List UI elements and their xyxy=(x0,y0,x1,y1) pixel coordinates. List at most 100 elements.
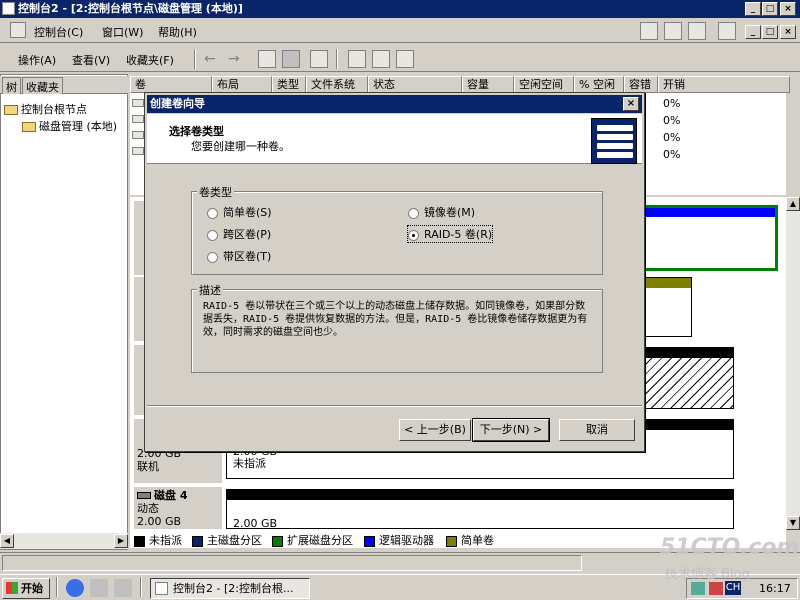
col-fault-tolerance[interactable]: 容错 xyxy=(624,76,658,93)
tray-app-icon[interactable] xyxy=(709,582,723,595)
tree-item-root[interactable]: 控制台根节点 xyxy=(4,101,87,117)
next-button[interactable]: 下一步(N) > xyxy=(472,418,550,442)
description-text: RAID-5 卷以带状在三个或三个以上的动态磁盘上储存数据。如同镜像卷，如果部分… xyxy=(203,301,588,338)
wizard-heading: 选择卷类型 xyxy=(169,125,224,138)
action-toolbar: 操作(A) 查看(V) 收藏夹(F) ← → xyxy=(0,46,800,72)
folder-icon xyxy=(22,122,36,132)
menu-window[interactable]: 窗口(W) xyxy=(102,24,143,40)
wizard-subheading: 您要创建哪一种卷。 xyxy=(191,140,290,153)
radio-button-icon xyxy=(207,207,218,219)
dialog-titlebar[interactable]: 创建卷向导 × xyxy=(147,95,642,113)
console-app-icon xyxy=(2,2,15,15)
save-icon[interactable] xyxy=(688,22,706,40)
col-free-space[interactable]: 空闲空间 xyxy=(514,76,574,93)
tab-tree[interactable]: 树 xyxy=(2,77,21,94)
network-icon[interactable] xyxy=(691,582,705,595)
export-icon[interactable] xyxy=(396,50,414,68)
child-minimize-button[interactable]: _ xyxy=(745,25,761,39)
legend-swatch xyxy=(446,535,457,547)
radio-button-icon xyxy=(207,251,218,263)
open-folder-icon[interactable] xyxy=(664,22,682,40)
taskbar-separator xyxy=(140,577,142,597)
col-volume[interactable]: 卷 xyxy=(130,76,212,93)
radio-striped-volume[interactable]: 带区卷(T) xyxy=(207,248,271,264)
show-tree-icon[interactable] xyxy=(282,50,300,68)
scroll-right-button[interactable]: ▶ xyxy=(114,534,128,548)
start-button[interactable]: 开始 xyxy=(2,578,50,599)
scroll-up-button[interactable]: ▲ xyxy=(786,197,800,211)
description-label: 描述 xyxy=(197,282,223,298)
new-window-icon[interactable] xyxy=(718,22,736,40)
show-desktop-icon[interactable] xyxy=(114,579,132,597)
volume-bar-header xyxy=(227,490,733,500)
col-filesystem[interactable]: 文件系统 xyxy=(306,76,368,93)
col-status[interactable]: 状态 xyxy=(368,76,462,93)
scroll-down-button[interactable]: ▼ xyxy=(786,516,800,530)
disk-icon xyxy=(137,492,151,499)
disk-row-label[interactable]: 磁盘 4 动态 2.00 GB xyxy=(134,487,222,529)
tree-tabs: 树 收藏夹 xyxy=(0,76,128,94)
clock[interactable]: 16:17 xyxy=(759,582,791,595)
ie-icon[interactable] xyxy=(66,579,84,597)
refresh-icon[interactable] xyxy=(348,50,366,68)
legend-swatch xyxy=(192,535,203,547)
help-icon[interactable] xyxy=(310,50,328,68)
radio-button-icon xyxy=(408,207,419,219)
volume-list-header: 卷 布局 类型 文件系统 状态 容量 空闲空间 % 空闲 容错 开销 xyxy=(130,76,790,93)
maximize-button[interactable]: □ xyxy=(762,2,778,16)
tree-horizontal-scrollbar[interactable]: ◀ ▶ xyxy=(0,533,128,549)
radio-spanned-volume[interactable]: 跨区卷(P) xyxy=(207,226,271,242)
menu-view[interactable]: 查看(V) xyxy=(72,52,110,68)
menu-favorites[interactable]: 收藏夹(F) xyxy=(126,52,174,68)
close-button[interactable]: × xyxy=(780,2,796,16)
back-arrow-icon[interactable]: ← xyxy=(204,51,216,67)
language-indicator[interactable]: CH xyxy=(725,581,741,595)
menu-help[interactable]: 帮助(H) xyxy=(158,24,197,40)
new-file-icon[interactable] xyxy=(640,22,658,40)
radio-mirrored-volume[interactable]: 镜像卷(M) xyxy=(408,204,475,220)
properties-icon[interactable] xyxy=(372,50,390,68)
legend-swatch xyxy=(364,535,375,547)
legend-item: 简单卷 xyxy=(446,532,494,548)
taskbar-console-button[interactable]: 控制台2 - [2:控制台根... xyxy=(150,578,310,599)
menu-console[interactable]: 控制台(C) xyxy=(34,24,83,40)
up-folder-icon[interactable] xyxy=(258,50,276,68)
explorer-icon[interactable] xyxy=(90,579,108,597)
col-layout[interactable]: 布局 xyxy=(212,76,272,93)
dialog-title: 创建卷向导 xyxy=(150,97,205,110)
col-capacity[interactable]: 容量 xyxy=(462,76,514,93)
vertical-scrollbar[interactable]: ▲ ▼ xyxy=(786,197,800,530)
radio-simple-volume[interactable]: 简单卷(S) xyxy=(207,204,272,220)
volume-state: 未指派 xyxy=(233,457,266,470)
overhead-value: 0% xyxy=(663,97,681,110)
scroll-left-button[interactable]: ◀ xyxy=(0,534,14,548)
forward-arrow-icon[interactable]: → xyxy=(228,51,240,67)
col-overhead[interactable]: 开销 xyxy=(658,76,790,93)
toolbar-separator xyxy=(194,49,196,69)
volume-size: 2.00 GB xyxy=(233,517,278,530)
col-type[interactable]: 类型 xyxy=(272,76,306,93)
toolbar-separator xyxy=(336,49,338,69)
legend-swatch xyxy=(134,535,145,547)
tab-favorites[interactable]: 收藏夹 xyxy=(22,77,63,94)
menu-action[interactable]: 操作(A) xyxy=(18,52,56,68)
folder-icon xyxy=(4,105,18,115)
radio-raid5-volume[interactable]: RAID-5 卷(R) xyxy=(406,225,494,243)
dialog-close-button[interactable]: × xyxy=(623,97,639,111)
volume-row-icon xyxy=(132,131,144,139)
create-volume-wizard-dialog: 创建卷向导 × 选择卷类型 您要创建哪一种卷。 卷类型 简单卷(S) 跨区卷(P… xyxy=(144,92,645,452)
tree-item-disk-management[interactable]: 磁盘管理 (本地) xyxy=(22,118,117,134)
child-restore-button[interactable]: □ xyxy=(762,25,778,39)
unallocated-volume[interactable]: 2.00 GB xyxy=(226,489,734,530)
menubar: 控制台(C) 窗口(W) 帮助(H) _ □ × xyxy=(0,19,800,43)
volume-row-icon xyxy=(132,115,144,123)
minimize-button[interactable]: _ xyxy=(745,2,761,16)
overhead-value: 0% xyxy=(663,148,681,161)
col-percent-free[interactable]: % 空闲 xyxy=(574,76,624,93)
back-button[interactable]: < 上一步(B) xyxy=(399,419,471,441)
cancel-button[interactable]: 取消 xyxy=(559,419,635,441)
watermark-logo: 51CTO.com xyxy=(660,535,800,560)
window-titlebar[interactable]: 控制台2 - [2:控制台根节点\磁盘管理 (本地)] _ □ × xyxy=(0,0,800,18)
watermark-text: 技术博客 Blog xyxy=(665,567,750,582)
child-close-button[interactable]: × xyxy=(780,25,796,39)
